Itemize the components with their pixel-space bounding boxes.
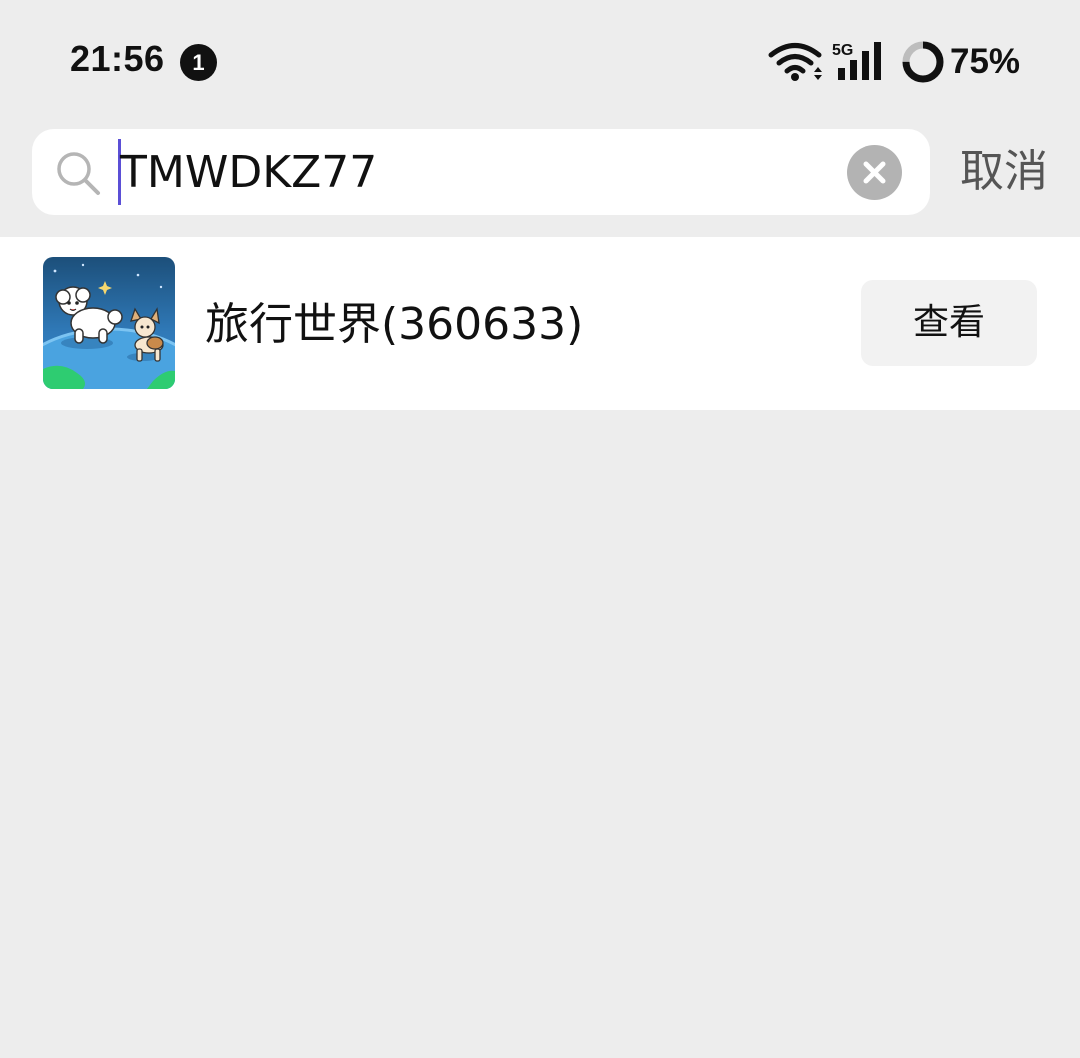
cancel-button[interactable]: 取消 <box>960 142 1048 202</box>
result-avatar[interactable] <box>43 257 175 389</box>
network-type-label: 5G <box>832 42 853 59</box>
search-input[interactable]: TMWDKZ77 <box>120 137 377 207</box>
clear-search-button[interactable] <box>847 145 902 200</box>
search-icon <box>57 152 100 195</box>
notification-badge: 1 <box>180 44 217 81</box>
view-button[interactable]: 查看 <box>861 280 1037 366</box>
search-result-row[interactable]: 旅行世界(360633) 查看 <box>0 237 1080 410</box>
result-title: 旅行世界(360633) <box>205 299 584 350</box>
battery-icon <box>902 41 944 83</box>
clear-icon <box>863 161 886 184</box>
status-bar: 21:56 1 5G 75% <box>0 0 1080 120</box>
wifi-icon <box>768 43 822 81</box>
search-box[interactable]: TMWDKZ77 <box>32 129 930 215</box>
signal-icon: 5G <box>832 42 881 80</box>
battery-percent: 75% <box>950 42 1021 81</box>
status-time: 21:56 <box>70 38 165 79</box>
